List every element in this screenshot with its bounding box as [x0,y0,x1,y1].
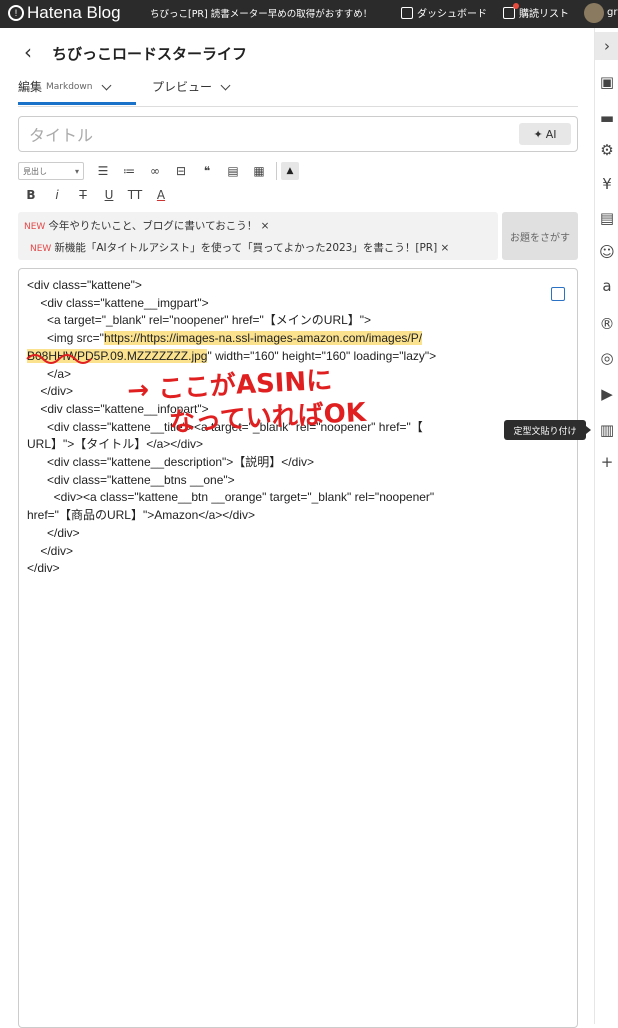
amazon-icon[interactable]: a [595,272,618,300]
numbered-list-icon[interactable]: ≔ [116,161,142,181]
code-line: URL】">【タイトル】</a></div> [27,437,203,452]
heading-select[interactable]: 見出し ▾ [18,162,84,180]
code-line: <a target="_blank" rel="noopener" href="… [27,313,372,328]
folder-icon[interactable]: ▬ [595,104,618,132]
toolbar-divider [276,162,277,180]
chevron-left-icon: ‹ [24,40,32,64]
avatar[interactable] [584,3,604,23]
hatena-logo[interactable]: ! Hatena Blog [8,3,121,23]
code-line: <div><a class="kattene__btn __orange" ta… [27,490,435,505]
document-icon[interactable]: ▤ [595,204,618,232]
clipboard-icon[interactable]: ▥ [595,416,618,444]
markdown-editor[interactable]: <div class="kattene"> <div class="katten… [18,268,578,1028]
right-sidebar: › ▣ ▬ ⚙ ¥ ▤ ☺ a ® ◎ ▶ ▥ + [594,28,618,1024]
code-line: </div> [27,561,60,576]
format-toolbar: 見出し ▾ ☰ ≔ ∞ ⊟ ❝ ▤ ▦ ▲ [18,160,299,182]
bold-icon[interactable]: B [18,185,44,205]
strikethrough-icon[interactable]: T [70,185,96,205]
code-line: href="【商品のURL】">Amazon</a></div> [27,508,255,523]
sparkle-icon: ✦ [533,127,543,141]
code-line: <img src="https://https://images-na.ssl-… [27,331,423,346]
tab-preview[interactable]: プレビュー [152,78,231,95]
ai-title-button[interactable]: ✦ AI [519,123,571,145]
underline-icon[interactable]: U [96,185,122,205]
back-button[interactable]: ‹ [24,40,32,64]
italic-icon[interactable]: i [44,185,70,205]
code-line: <div class="kattene__btns __one"> [27,472,235,487]
table-icon[interactable]: ▦ [246,161,272,181]
active-tab-indicator [18,102,136,105]
code-line: </div> [27,543,74,558]
chevron-down-icon [220,80,231,90]
gear-icon[interactable]: ⚙ [595,136,618,164]
collapse-sidebar-button[interactable]: › [595,32,618,60]
code-line: <div class="kattene"> [27,278,142,292]
code-line: <div class="kattene__description">【説明】</… [27,455,314,470]
checklist-icon[interactable]: ▤ [220,161,246,181]
notice-box: NEW 今年やりたいこと、ブログに書いておこう！ × NEW 新機能「AIタイトルア… [18,212,498,260]
quote-icon[interactable]: ❝ [194,161,220,181]
youtube-icon[interactable]: ▶ [595,380,618,408]
find-topic-button[interactable]: お題をさがす [502,212,578,260]
photo-icon[interactable]: ▣ [595,68,618,96]
font-size-icon[interactable]: TT [122,185,148,205]
notice-item[interactable]: NEW 今年やりたいこと、ブログに書いておこう！ × [24,218,269,233]
editor-tabs: 編集 Markdown プレビュー [18,72,578,107]
title-input[interactable] [27,123,511,147]
dashboard-link[interactable]: ダッシュボード [401,5,487,20]
caret-down-icon: ▾ [74,166,79,176]
top-bar: ! Hatena Blog ちびっこ[PR] 読書メーター早めの取得がおすすめ！… [0,0,618,28]
more-icon[interactable]: ⊟ [168,161,194,181]
add-plugin-icon[interactable]: + [595,448,618,476]
user-name[interactable]: gr [607,7,617,18]
title-field: ✦ AI [18,116,578,152]
paste-template-icon[interactable] [551,287,565,301]
chevron-right-icon: › [604,37,610,55]
link-icon[interactable]: ∞ [142,161,168,181]
chevron-down-icon [101,80,111,90]
bullet-list-icon[interactable]: ☰ [90,161,116,181]
dashboard-icon [401,6,413,19]
text-style-toolbar: B i T U TT A [18,184,174,206]
annotation-underline [26,354,92,364]
collapse-toolbar-button[interactable]: ▲ [281,162,299,180]
people-icon[interactable]: ☺ [595,238,618,266]
highlighted-url: https://https://images-na.ssl-images-ama… [103,331,423,346]
text-color-icon[interactable]: A [148,185,174,205]
blog-title-marquee[interactable]: ちびっこ[PR] 読書メーター早めの取得がおすすめ！ [150,6,372,20]
tab-edit[interactable]: 編集 Markdown [18,78,111,95]
page-title: ちびっこロードスターライフ [52,45,248,63]
code-line: </div> [27,525,80,540]
hatena-logo-icon: ! [8,5,24,21]
instagram-icon[interactable]: ◎ [595,344,618,372]
yen-icon[interactable]: ¥ [595,170,618,198]
notification-dot [513,3,519,9]
rakuten-icon[interactable]: ® [595,310,618,338]
code-line: <div class="kattene__imgpart"> [27,295,209,310]
notice-item[interactable]: NEW 新機能「AIタイトルアシスト」を使って「買ってよかった2023」を書こう！… [30,240,449,255]
paste-template-tooltip: 定型文貼り付け [504,420,591,440]
